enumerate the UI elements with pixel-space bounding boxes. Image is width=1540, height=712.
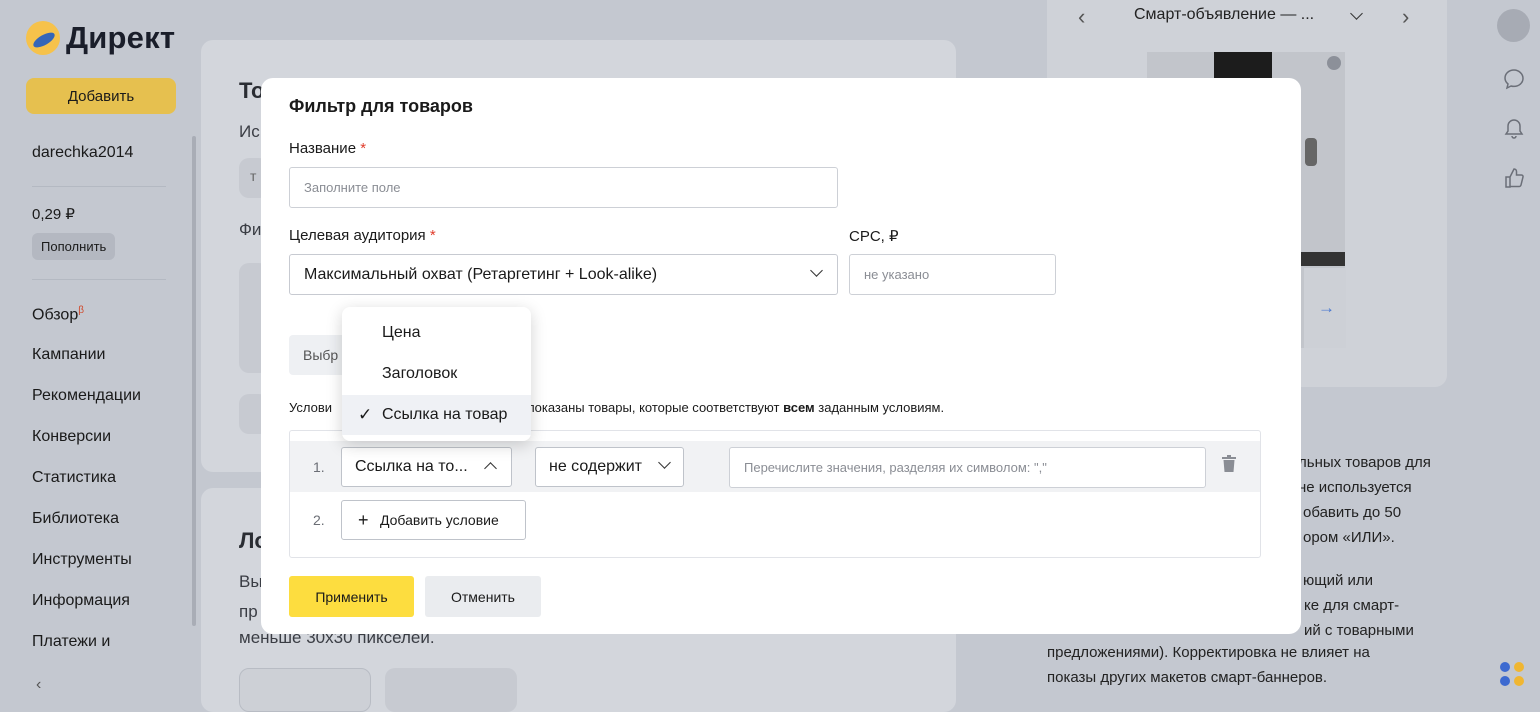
row-number: 2. — [313, 512, 325, 528]
nav-item-information[interactable]: Информация — [32, 592, 130, 610]
product-caption — [1300, 252, 1345, 266]
help-text-line: ющий или — [1303, 572, 1374, 589]
help-text-line: обавить до 50 — [1303, 504, 1402, 521]
add-condition-button[interactable]: + Добавить условие — [341, 500, 526, 540]
sidebar: Директ Добавить darechka2014 0,29 ₽ Попо… — [0, 0, 196, 712]
logo[interactable]: Директ — [26, 20, 175, 56]
beta-badge: β — [78, 305, 84, 316]
chevron-right-icon[interactable]: › — [1402, 4, 1409, 30]
audience-label-text: Целевая аудитория — [289, 227, 426, 244]
add-condition-label: Добавить условие — [380, 512, 499, 528]
required-mark: * — [429, 227, 436, 244]
help-text-line: показы других макетов смарт-баннеров. — [1047, 669, 1328, 686]
logo-text: Директ — [66, 20, 176, 55]
preview-title[interactable]: Смарт-объявление — ... — [1134, 6, 1314, 24]
topup-button[interactable]: Пополнить — [32, 233, 116, 260]
username[interactable]: darechka2014 — [32, 144, 133, 162]
divider — [32, 186, 166, 187]
chevron-left-icon[interactable]: ‹ — [1078, 4, 1085, 30]
cpc-input[interactable] — [849, 254, 1056, 295]
row-number: 1. — [313, 459, 325, 475]
balance: 0,29 ₽ — [32, 206, 75, 223]
apply-button[interactable]: Применить — [289, 576, 414, 617]
thumbs-up-icon[interactable] — [1503, 167, 1525, 189]
plus-icon: + — [358, 510, 369, 530]
name-label-text: Название — [289, 140, 357, 157]
nav-label: Обзор — [32, 306, 79, 324]
arrow-right-icon[interactable]: → — [1318, 298, 1335, 318]
help-text-line: льных товаров для — [1298, 454, 1431, 471]
field-dropdown-menu: Цена Заголовок ✓ Ссылка на товар — [342, 307, 531, 441]
select-button[interactable]: Выбр — [289, 335, 349, 375]
nav-item-library[interactable]: Библиотека — [32, 510, 119, 528]
bg-card-subtitle: Ис — [239, 122, 260, 141]
checkmark-icon: ✓ — [358, 405, 373, 424]
chevron-left-icon[interactable]: ‹ — [36, 676, 41, 694]
condition-operator-value: не содержит — [549, 458, 643, 475]
avatar[interactable] — [1497, 9, 1530, 42]
product-image — [1214, 52, 1272, 78]
nav-item-campaigns[interactable]: Кампании — [32, 346, 106, 364]
modal-title: Фильтр для товаров — [289, 96, 473, 116]
conditions-text-part: заданным условиям. — [814, 400, 945, 415]
help-text-line: ке для смарт- — [1304, 597, 1400, 614]
nav-item-statistics[interactable]: Статистика — [32, 469, 116, 487]
name-label: Название * — [289, 140, 366, 157]
cpc-label: CPC, ₽ — [849, 228, 899, 245]
bell-icon[interactable] — [1504, 118, 1524, 140]
audience-value: Максимальный охват (Ретаргетинг + Look-a… — [304, 265, 658, 283]
conditions-bold: всем — [783, 400, 815, 415]
info-icon[interactable] — [1327, 56, 1341, 70]
help-text-line: предложениями). Корректировка не влияет … — [1047, 644, 1370, 661]
audience-label: Целевая аудитория * — [289, 227, 436, 244]
add-button[interactable]: Добавить — [26, 78, 176, 114]
dropdown-item-product-link[interactable]: ✓ Ссылка на товар — [342, 395, 531, 435]
condition-values-input[interactable] — [729, 447, 1206, 488]
chat-icon[interactable] — [1503, 68, 1525, 90]
required-mark: * — [360, 140, 367, 157]
nav-item-payments[interactable]: Платежи и — [32, 633, 110, 651]
conditions-text-part: Услови — [289, 400, 333, 415]
bg-upload-slot — [385, 668, 517, 712]
bg-upload-slot — [239, 668, 371, 712]
services-icon[interactable] — [1500, 662, 1528, 690]
nav-item-recommendations[interactable]: Рекомендации — [32, 387, 141, 405]
bg-card2-line2: пр — [239, 602, 258, 621]
audience-select[interactable]: Максимальный охват (Ретаргетинг + Look-a… — [289, 254, 838, 295]
condition-field-value: Ссылка на то... — [355, 458, 468, 475]
name-input[interactable] — [289, 167, 838, 208]
dropdown-item-title[interactable]: Заголовок — [342, 354, 531, 394]
help-text-line: ором «ИЛИ». — [1303, 529, 1395, 546]
logo-icon — [26, 21, 60, 55]
bg-card-input-text: т — [250, 168, 257, 184]
conditions-text-part: т показаны товары, которые соответствуют — [518, 400, 784, 415]
sidebar-scrollbar[interactable] — [192, 136, 196, 626]
bg-card2-line1: Вы — [239, 572, 263, 591]
nav-item-tools[interactable]: Инструменты — [32, 551, 132, 569]
cancel-button[interactable]: Отменить — [425, 576, 541, 617]
nav-item-conversions[interactable]: Конверсии — [32, 428, 111, 446]
trash-icon[interactable] — [1222, 455, 1236, 473]
help-text-line: не используется — [1298, 479, 1412, 496]
product-image — [1305, 138, 1317, 166]
divider — [32, 279, 166, 280]
dropdown-item-price[interactable]: Цена — [342, 313, 531, 353]
bg-card-filter-heading: Фи — [239, 220, 262, 239]
dropdown-item-label: Ссылка на товар — [382, 406, 508, 423]
nav-item-overview[interactable]: Обзорβ — [32, 305, 84, 324]
